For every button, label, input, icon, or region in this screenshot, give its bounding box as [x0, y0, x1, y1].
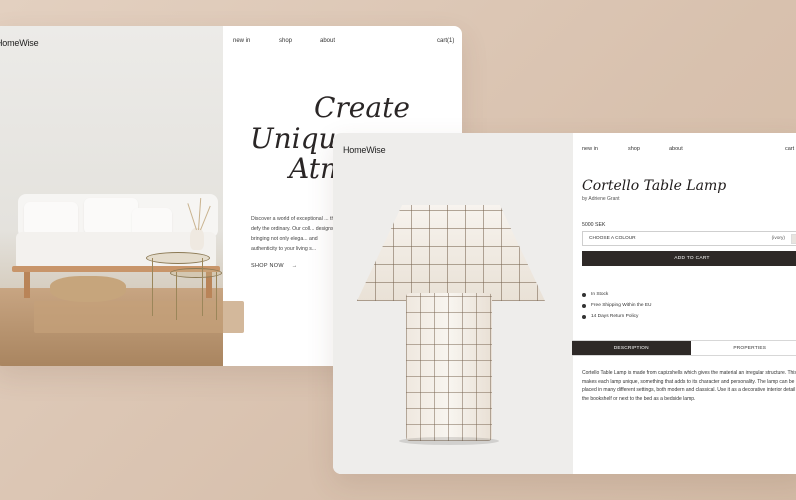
lamp-shade	[357, 205, 545, 301]
nav-shop[interactable]: shop	[628, 146, 640, 152]
colour-select[interactable]: CHOOSE A COLOUR (ivory)	[582, 231, 796, 246]
list-item: In Stock	[582, 289, 652, 300]
list-item: Free Shipping Within the EU	[582, 300, 652, 311]
feature-text: In Stock	[591, 292, 609, 297]
intro-paragraph: Discover a world of exceptional ... that…	[251, 216, 339, 252]
product-image	[333, 133, 573, 474]
shop-now-link[interactable]: SHOP NOW →	[251, 263, 298, 269]
bullet-icon	[582, 292, 586, 297]
nav-new-in[interactable]: new in	[582, 146, 598, 152]
nav-about[interactable]: about	[320, 38, 335, 44]
tab-properties[interactable]: PROPERTIES	[691, 341, 796, 355]
product-title: Cortello Table Lamp	[582, 178, 727, 194]
nav-cart[interactable]: cart	[785, 146, 794, 152]
lamp-shadow	[399, 437, 499, 445]
feature-text: 14 Days Return Policy	[591, 314, 639, 319]
side-table-leg	[152, 258, 153, 316]
brand-logo[interactable]: HomeWise	[0, 38, 39, 48]
product-page-window: HomeWise new in shop about cart Cortello…	[333, 133, 796, 474]
pouf	[50, 276, 126, 302]
feature-list: In Stock Free Shipping Within the EU 14 …	[582, 289, 652, 322]
tab-description[interactable]: DESCRIPTION	[572, 341, 691, 355]
side-table-leg	[176, 272, 177, 320]
side-table-leg	[216, 272, 217, 320]
nav-shop[interactable]: shop	[279, 38, 292, 44]
sofa-cushion	[24, 202, 78, 236]
list-item: 14 Days Return Policy	[582, 311, 652, 322]
nav-cart[interactable]: cart(1)	[437, 38, 454, 44]
bullet-icon	[582, 303, 586, 308]
colour-selected-value: (ivory)	[771, 236, 785, 241]
side-table-top	[146, 252, 210, 264]
shop-now-label: SHOP NOW	[251, 263, 284, 269]
product-author: by Adriene Grant	[582, 196, 620, 202]
side-table-top	[170, 268, 222, 278]
colour-swatch[interactable]	[791, 234, 796, 244]
side-table-leg	[202, 258, 203, 316]
add-to-cart-button[interactable]: ADD TO CART	[582, 251, 796, 266]
product-tabs: DESCRIPTION PROPERTIES	[572, 340, 796, 356]
sofa-leg	[24, 272, 30, 298]
colour-select-label: CHOOSE A COLOUR	[589, 236, 636, 241]
vase	[190, 228, 204, 250]
hero-image-living-room	[0, 26, 244, 366]
sofa-cushion	[84, 198, 138, 234]
product-description: Cortello Table Lamp is made from capizsh…	[582, 370, 796, 403]
nav-new-in[interactable]: new in	[233, 38, 250, 44]
feature-text: Free Shipping Within the EU	[591, 303, 652, 308]
brand-logo[interactable]: HomeWise	[343, 145, 386, 155]
headline-line-1: Create	[314, 91, 410, 124]
nav-about[interactable]: about	[669, 146, 683, 152]
bullet-icon	[582, 314, 586, 319]
product-price: 5000 SEK	[582, 222, 606, 228]
lamp-base	[406, 293, 492, 441]
sofa-seat	[16, 232, 216, 270]
rug	[34, 301, 244, 333]
arrow-right-icon: →	[291, 263, 298, 269]
